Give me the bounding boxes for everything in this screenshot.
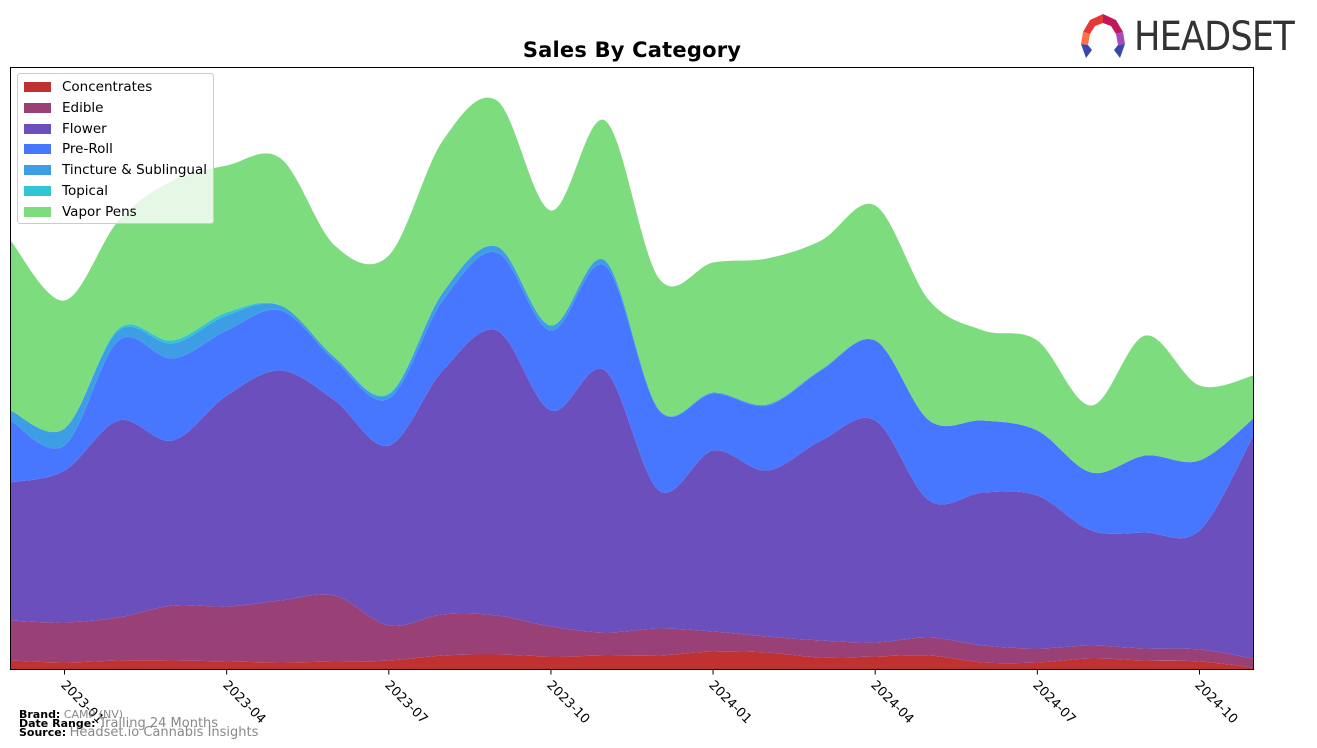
x-axis-ticks (64, 669, 1200, 675)
legend-swatch (24, 186, 51, 196)
chart-title: Sales By Category (522, 38, 742, 62)
legend-swatch (24, 206, 51, 217)
legend-label: Concentrates (62, 79, 153, 95)
legend: Concentrates Edible Flower Pre-Roll Tincture… (17, 73, 214, 224)
headset-logo-icon (1081, 14, 1125, 58)
source-label: Source: (19, 726, 67, 739)
logo-text: HEADSET (1134, 14, 1295, 60)
legend-item: Vapor Pens (24, 203, 137, 221)
legend-label: Pre-Roll (62, 141, 113, 158)
legend-label: Tincture & Sublingual (62, 162, 207, 179)
legend-swatch (24, 123, 51, 134)
source-value: Headset.io Cannabis Insights (69, 725, 259, 740)
legend-item: Flower (24, 120, 107, 138)
headset-logo: HEADSET (1078, 12, 1308, 62)
legend-swatch (24, 144, 51, 155)
legend-item: Edible (24, 99, 103, 117)
legend-label: Edible (62, 99, 104, 116)
legend-item: Tincture & Sublingual (24, 161, 207, 179)
legend-item: Pre-Roll (24, 140, 113, 158)
legend-item: Topical (24, 182, 108, 200)
legend-item: Concentrates (24, 78, 152, 96)
legend-swatch (24, 102, 51, 113)
legend-swatch (24, 165, 51, 176)
legend-label: Topical (62, 183, 108, 199)
footer-source: Source: Headset.io Cannabis Insights (19, 725, 259, 740)
legend-label: Vapor Pens (62, 203, 137, 220)
legend-label: Flower (62, 120, 107, 137)
legend-swatch (24, 82, 51, 92)
